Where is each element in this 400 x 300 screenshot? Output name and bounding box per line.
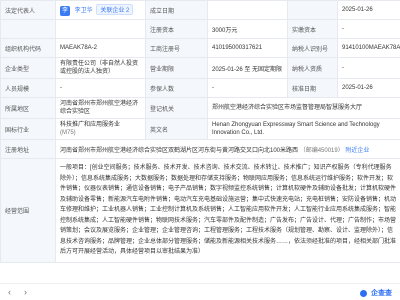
- row-staff: 人员规模 - 参保人数 - 核准日期 2025-01-26: [0, 78, 400, 98]
- industry-code: (M75): [60, 130, 76, 136]
- reg-no-label: 工商注册号: [145, 38, 208, 58]
- brand-logo-icon: [360, 289, 368, 297]
- chevron-left-icon[interactable]: ‹: [8, 287, 11, 297]
- row-capital: 注册资本 3000万元 实缴资本 -: [0, 19, 400, 39]
- approval-date-label: 核准日期: [287, 78, 338, 98]
- legal-rep-name[interactable]: 李卫华: [75, 8, 93, 14]
- row-scope: 经营范围 一般项目：[创业空间服务；技术服务、技术开发、技术咨询、技术交流、技术…: [0, 158, 400, 263]
- scope-value: 一般项目：[创业空间服务；技术服务、技术开发、技术咨询、技术交流、技术转让、技术…: [55, 158, 400, 263]
- company-type-value: 有限责任公司（非自然人投资或控股的法人独资）: [55, 57, 146, 79]
- row-industry: 国标行业 科技推广和应用服务业 (M75) 英文名 Henan Zhongyua…: [0, 118, 400, 140]
- blank-label-2: [0, 19, 56, 39]
- row-legal-rep: 法定代表人 李 李卫华 关联企业 2 成立日期 2025-01-26: [0, 0, 400, 20]
- address-postcode: （邮编450019）: [299, 147, 344, 154]
- staff-size-value: -: [55, 78, 146, 98]
- authority-label: 登记机关: [145, 97, 208, 119]
- empty-label-1: [287, 0, 338, 20]
- tax-id-value: 91410100MAEAK78A2Y: [337, 38, 400, 58]
- company-type-label: 企业类型: [0, 57, 56, 79]
- tax-qual-label: 纳税人资质: [287, 57, 338, 79]
- address-value: 河南省郑州市郑州航空港经济综合实验区双鹤湖片区河东街与黄河路交叉口向北100米路…: [60, 147, 299, 154]
- legal-rep-cell: 李 李卫华 关联企业 2: [55, 0, 146, 20]
- staff-size-label: 人员规模: [0, 78, 56, 98]
- brand-name: 企查查: [371, 290, 392, 297]
- tax-qual-value: -: [337, 57, 400, 79]
- legal-rep-avatar: 李: [60, 6, 70, 16]
- region-value: 河南省郑州市郑州航空港经济综合实验区: [55, 97, 146, 119]
- related-companies-badge[interactable]: 关联企业 2: [96, 4, 134, 15]
- reg-no-value: 410195000317621: [207, 38, 288, 58]
- insured-count-label: 参保人数: [145, 78, 208, 98]
- registered-capital-label: 注册资本: [145, 19, 208, 39]
- row-region: 所属地区 河南省郑州市郑州航空港经济综合实验区 登记机关 郑州航空港经济综合实验…: [0, 97, 400, 119]
- org-code-value: MAEAK78A-2: [55, 38, 146, 58]
- row-type: 企业类型 有限责任公司（非自然人投资或控股的法人独资） 营业期限 2025-01…: [0, 57, 400, 79]
- paid-capital-label: 实缴资本: [287, 19, 338, 39]
- brand-logo: 企查查: [360, 288, 392, 298]
- industry-value-cell: 科技推广和应用服务业 (M75): [55, 118, 146, 140]
- english-name-label: 英文名: [145, 118, 208, 140]
- paid-capital-value: -: [337, 19, 400, 39]
- tax-id-label: 纳税人识别号: [287, 38, 338, 58]
- business-term-value: 2025-01-26 至 无固定期限: [207, 57, 288, 79]
- authority-value: 郑州航空港经济综合实验区市场监督管理局智慧服务大厅: [207, 97, 400, 119]
- industry-value: 科技推广和应用服务业: [60, 122, 121, 128]
- approval-date-value: 2025-01-26: [337, 78, 400, 98]
- blank-value-2: [55, 19, 146, 39]
- legal-rep-label: 法定代表人: [0, 0, 56, 20]
- row-address: 注册地址 河南省郑州市郑州航空港经济综合实验区双鹤湖片区河东街与黄河路交叉口向北…: [0, 139, 400, 159]
- registered-capital-value: 3000万元: [207, 19, 288, 39]
- nearby-companies-link[interactable]: 附近企业: [345, 148, 369, 154]
- scope-label: 经营范围: [0, 158, 56, 263]
- org-code-label: 组织机构代码: [0, 38, 56, 58]
- company-info-table: 法定代表人 李 李卫华 关联企业 2 成立日期 2025-01-26 注册资本 …: [0, 0, 400, 263]
- founding-date-label: 成立日期: [145, 0, 208, 20]
- address-label: 注册地址: [0, 139, 56, 159]
- founding-date-value: [207, 0, 288, 20]
- industry-label: 国标行业: [0, 118, 56, 140]
- company-info-page: 法定代表人 李 李卫华 关联企业 2 成立日期 2025-01-26 注册资本 …: [0, 0, 400, 300]
- english-name-value: Henan Zhongyuan Expressway Smart Science…: [207, 118, 400, 140]
- address-cell: 河南省郑州市郑州航空港经济综合实验区双鹤湖片区河东街与黄河路交叉口向北100米路…: [55, 139, 400, 159]
- business-term-label: 营业期限: [145, 57, 208, 79]
- region-label: 所属地区: [0, 97, 56, 119]
- row-codes: 组织机构代码 MAEAK78A-2 工商注册号 410195000317621 …: [0, 38, 400, 58]
- insured-count-value: -: [207, 78, 288, 98]
- founding-date-right: 2025-01-26: [337, 0, 400, 20]
- bottom-bar: ‹ › 企查查: [0, 283, 400, 300]
- chevron-right-icon[interactable]: ›: [24, 287, 27, 297]
